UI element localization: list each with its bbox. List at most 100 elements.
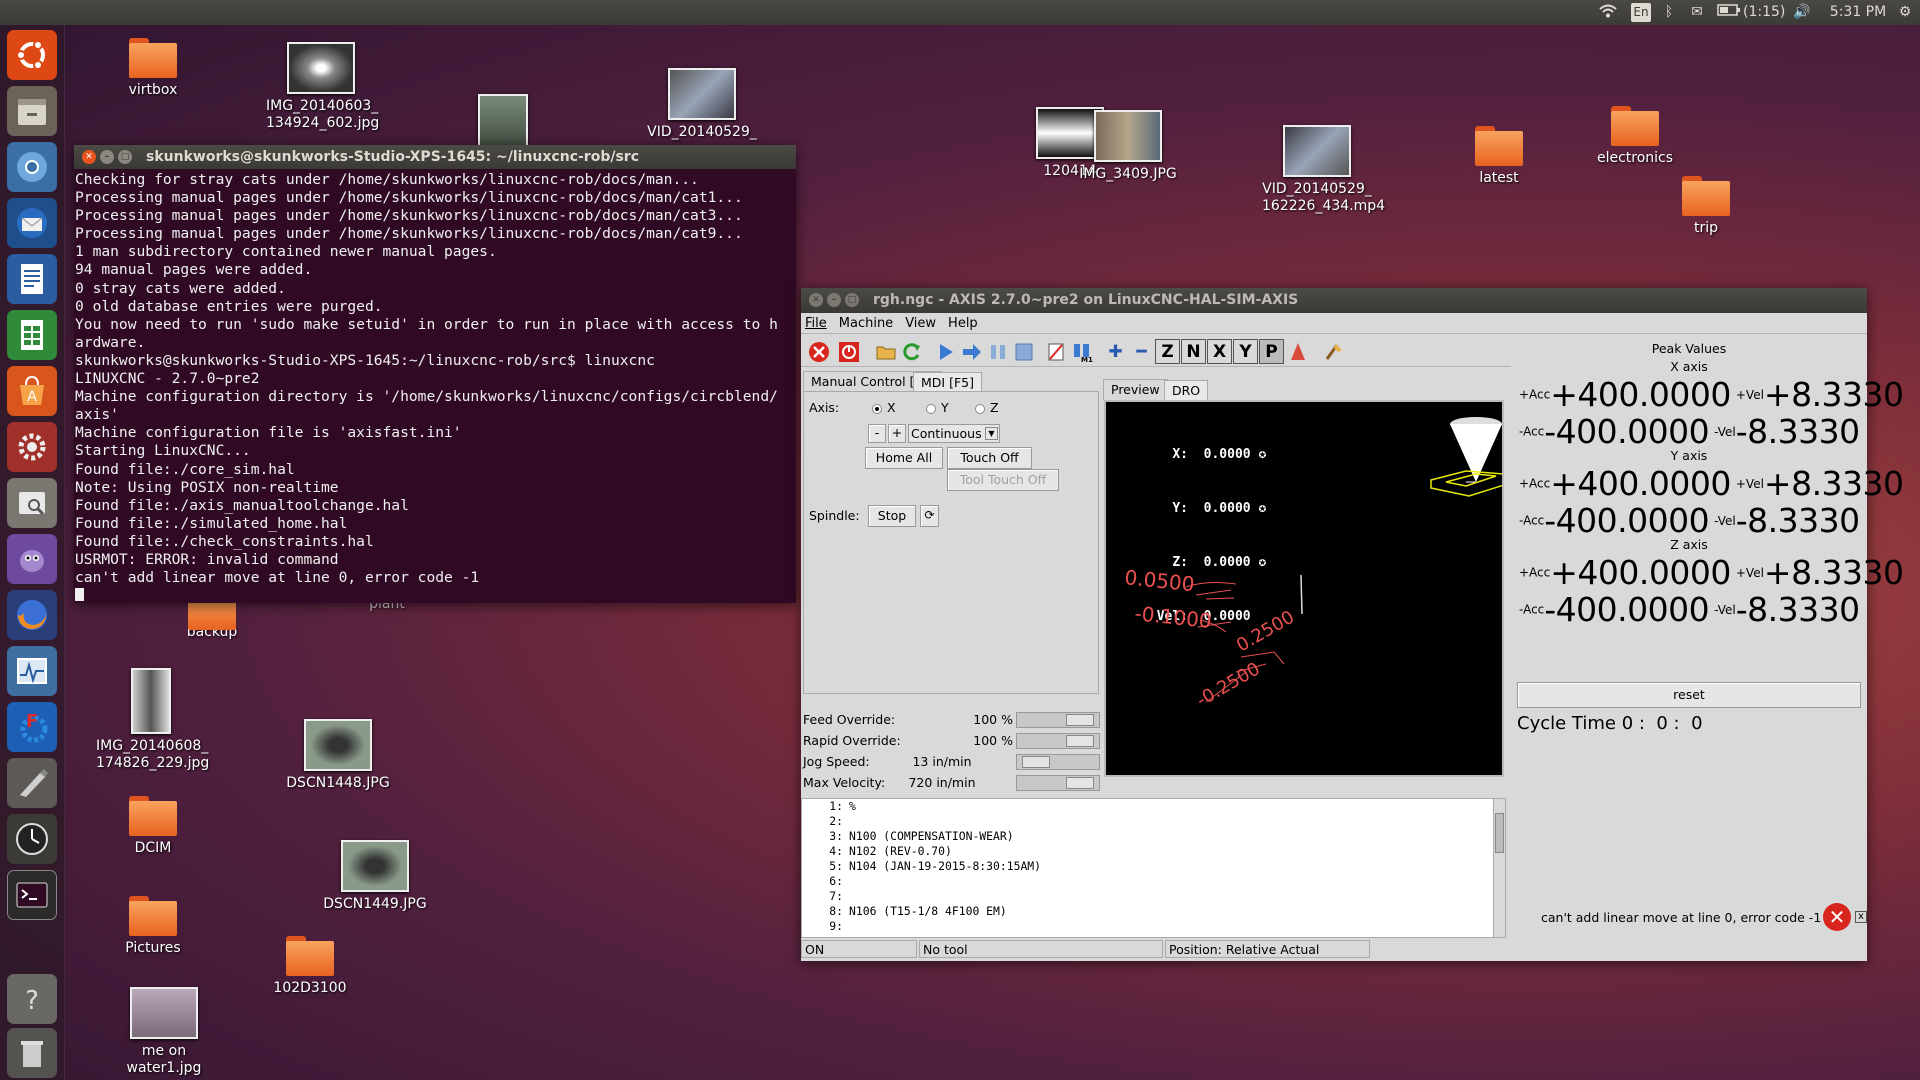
wifi-icon[interactable] — [1597, 3, 1619, 22]
desktop-file-img-134924[interactable]: IMG_20140603_ 134924_602.jpg — [266, 42, 379, 132]
view-y-icon[interactable]: Y — [1233, 339, 1258, 364]
spindle-rotate-icon[interactable]: ⟳ — [920, 505, 939, 527]
thunderbird-icon[interactable] — [7, 198, 57, 248]
axis-titlebar[interactable]: ✕ – □ rgh.ngc - AXIS 2.7.0~pre2 on Linux… — [801, 288, 1867, 313]
clock[interactable]: 5:31 PM — [1826, 3, 1890, 22]
reset-button[interactable]: reset — [1517, 682, 1861, 708]
desktop-folder-latest[interactable]: latest — [1444, 126, 1554, 187]
view-z-icon[interactable]: Z — [1155, 339, 1180, 364]
desktop-folder-pictures[interactable]: Pictures — [98, 896, 208, 957]
tab-preview[interactable]: Preview — [1103, 379, 1168, 400]
desktop-file-dscn1449[interactable]: DSCN1449.JPG — [320, 840, 430, 913]
slider-knob[interactable] — [1066, 714, 1094, 726]
optional-stop-icon[interactable]: M1 — [1070, 339, 1095, 364]
terminal-icon[interactable] — [7, 870, 57, 920]
chevron-down-icon[interactable]: ▼ — [985, 427, 998, 440]
axis-radio-y[interactable]: Y — [926, 400, 949, 415]
files-icon[interactable] — [7, 86, 57, 136]
terminal-window[interactable]: ✕ – □ skunkworks@skunkworks-Studio-XPS-1… — [74, 145, 796, 603]
tab-dro[interactable]: DRO — [1164, 380, 1209, 400]
estop-icon[interactable] — [806, 339, 831, 364]
spindle-stop-button[interactable]: Stop — [868, 505, 916, 527]
machine-power-icon[interactable] — [836, 339, 861, 364]
gcode-line[interactable]: 4: N102 (REV-0.70) — [802, 844, 1505, 859]
desktop-file-vid-20140529[interactable]: VID_20140529_ — [647, 68, 757, 141]
rapid-override-slider[interactable] — [1016, 733, 1100, 749]
gcode-line[interactable]: 8: N106 (T15-1/8 4F100 EM) — [802, 904, 1505, 919]
block-delete-icon[interactable] — [1044, 339, 1069, 364]
preview-canvas[interactable]: X: 0.0000 ✪ Y: 0.0000 ✪ Z: 0.0000 ✪ Vel:… — [1104, 400, 1504, 777]
feed-override-slider[interactable] — [1016, 712, 1100, 728]
calc-icon[interactable] — [7, 310, 57, 360]
gcode-line[interactable]: 7: — [802, 889, 1505, 904]
slider-knob[interactable] — [1066, 735, 1094, 747]
clock-app-icon[interactable] — [7, 814, 57, 864]
zoom-in-icon[interactable]: ✚ — [1103, 339, 1128, 364]
close-icon[interactable]: ✕ — [82, 150, 96, 164]
menu-machine[interactable]: Machine — [839, 316, 893, 331]
axis-radio-x[interactable]: X — [872, 400, 896, 415]
pidgin-icon[interactable] — [7, 534, 57, 584]
firefox-icon[interactable] — [7, 590, 57, 640]
system-monitor-icon[interactable] — [7, 646, 57, 696]
maximize-icon[interactable]: □ — [118, 150, 132, 164]
open-file-icon[interactable] — [873, 339, 898, 364]
disk-utility-icon[interactable] — [7, 478, 57, 528]
writer-icon[interactable] — [7, 254, 57, 304]
view-x-icon[interactable]: X — [1207, 339, 1232, 364]
battery-icon[interactable] — [1716, 3, 1742, 22]
software-center-icon[interactable]: A — [7, 366, 57, 416]
scrollbar-thumb[interactable] — [1495, 813, 1504, 853]
close-icon[interactable]: ✕ — [809, 293, 823, 307]
gcode-line[interactable]: 2: — [802, 814, 1505, 829]
view-perspective-icon[interactable]: P — [1259, 339, 1284, 364]
pause-icon[interactable] — [985, 339, 1010, 364]
desktop-folder-dcim[interactable]: DCIM — [98, 796, 208, 857]
desktop-folder-102d3100[interactable]: 102D3100 — [255, 936, 365, 997]
freecad-icon[interactable]: F — [7, 702, 57, 752]
terminal-titlebar[interactable]: ✕ – □ skunkworks@skunkworks-Studio-XPS-1… — [74, 145, 796, 169]
bluetooth-icon[interactable]: ᛒ — [1660, 3, 1678, 22]
jog-minus-button[interactable]: - — [868, 424, 886, 443]
run-icon[interactable] — [933, 339, 958, 364]
gear-icon[interactable]: ⚙ — [1895, 3, 1915, 22]
jog-mode-select[interactable]: Continuous ▼ — [908, 424, 1000, 443]
gcode-listing[interactable]: 1:% 2: 3: N100 (COMPENSATION-WEAR) 4: N102 (R… — [801, 798, 1506, 938]
zoom-out-icon[interactable]: ━ — [1129, 339, 1154, 364]
jog-speed-slider[interactable] — [1016, 754, 1100, 770]
gcode-scrollbar[interactable] — [1493, 799, 1505, 937]
minimize-icon[interactable]: – — [100, 150, 114, 164]
radio-y[interactable] — [926, 403, 936, 414]
error-close-button[interactable]: x — [1855, 911, 1867, 923]
radio-z[interactable] — [975, 403, 985, 414]
jog-plus-button[interactable]: + — [888, 424, 906, 443]
maximize-icon[interactable]: □ — [845, 293, 859, 307]
step-icon[interactable] — [959, 339, 984, 364]
gcode-line[interactable]: 6: — [802, 874, 1505, 889]
tab-mdi[interactable]: MDI [F5] — [913, 372, 982, 392]
minimize-icon[interactable]: – — [827, 293, 841, 307]
gcode-line[interactable]: 1:% — [802, 799, 1505, 814]
view-z2-icon[interactable]: N — [1181, 339, 1206, 364]
linuxcnc-icon[interactable] — [7, 758, 57, 808]
gcode-line[interactable]: 5: N104 (JAN-19-2015-8:30:15AM) — [802, 859, 1505, 874]
rotate-view-icon[interactable] — [1285, 339, 1310, 364]
help-icon[interactable]: ? — [7, 974, 57, 1024]
clear-backplot-icon[interactable] — [1321, 339, 1346, 364]
desktop-file-img-3409[interactable]: IMG_3409.JPG — [1073, 110, 1183, 183]
desktop-file-me-on-water[interactable]: me on water1.jpg — [109, 987, 219, 1077]
slider-knob[interactable] — [1022, 756, 1050, 768]
volume-icon[interactable]: 🔊 — [1791, 3, 1813, 22]
desktop-folder-trip[interactable]: trip — [1651, 176, 1761, 237]
gcode-line[interactable]: 3: N100 (COMPENSATION-WEAR) — [802, 829, 1505, 844]
mail-icon[interactable]: ✉ — [1686, 3, 1708, 22]
keyboard-layout-indicator[interactable]: En — [1631, 3, 1651, 22]
slider-knob[interactable] — [1066, 777, 1094, 789]
axis-radio-z[interactable]: Z — [975, 400, 999, 415]
system-settings-icon[interactable] — [7, 422, 57, 472]
tool-touch-off-button[interactable]: Tool Touch Off — [947, 469, 1059, 491]
chromium-icon[interactable] — [7, 142, 57, 192]
desktop-file-vid-162226[interactable]: VID_20140529_ 162226_434.mp4 — [1262, 125, 1385, 215]
ubuntu-dash-icon[interactable] — [7, 30, 57, 80]
desktop-file-dscn1448[interactable]: DSCN1448.JPG — [283, 719, 393, 792]
